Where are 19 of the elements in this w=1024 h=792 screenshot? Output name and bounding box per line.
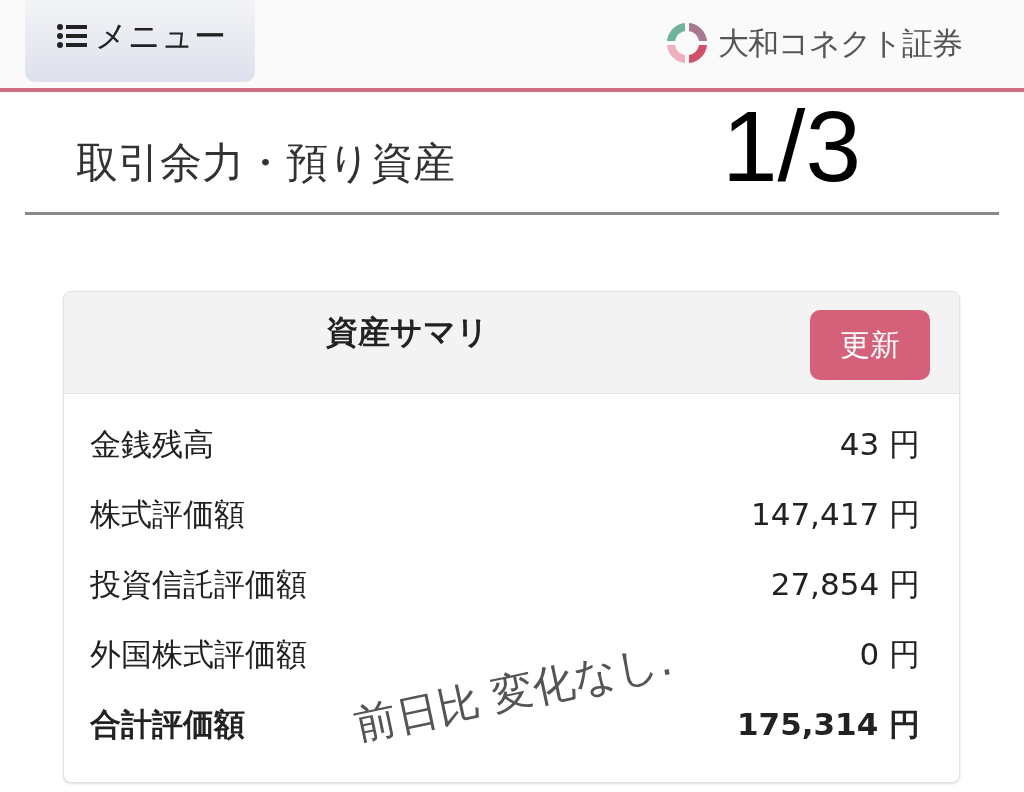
row-value: 27,854 円 bbox=[770, 565, 920, 604]
row-label: 株式評価額 bbox=[90, 495, 245, 534]
menu-icon bbox=[57, 24, 87, 48]
handwritten-note: 前日比 変化なし. bbox=[351, 638, 676, 748]
row-value: 175,314 円 bbox=[737, 705, 920, 744]
row-value: 43 円 bbox=[839, 425, 920, 464]
row-value: 0 円 bbox=[859, 635, 920, 674]
page-count-annotation: 1/3 bbox=[722, 96, 861, 196]
row-value: 147,417 円 bbox=[750, 495, 920, 534]
refresh-button[interactable]: 更新 bbox=[810, 310, 930, 380]
logo-icon bbox=[664, 20, 710, 66]
row-label: 金銭残高 bbox=[90, 425, 214, 464]
card-title: 資産サマリ bbox=[326, 312, 489, 353]
page-title: 取引余力・預り資産 bbox=[76, 138, 455, 188]
row-label: 合計評価額 bbox=[90, 705, 245, 744]
row-label: 外国株式評価額 bbox=[90, 635, 307, 674]
menu-button[interactable]: メニュー bbox=[25, 0, 255, 82]
row-label: 投資信託評価額 bbox=[90, 565, 307, 604]
logo-text: 大和コネクト証券 bbox=[718, 24, 962, 63]
